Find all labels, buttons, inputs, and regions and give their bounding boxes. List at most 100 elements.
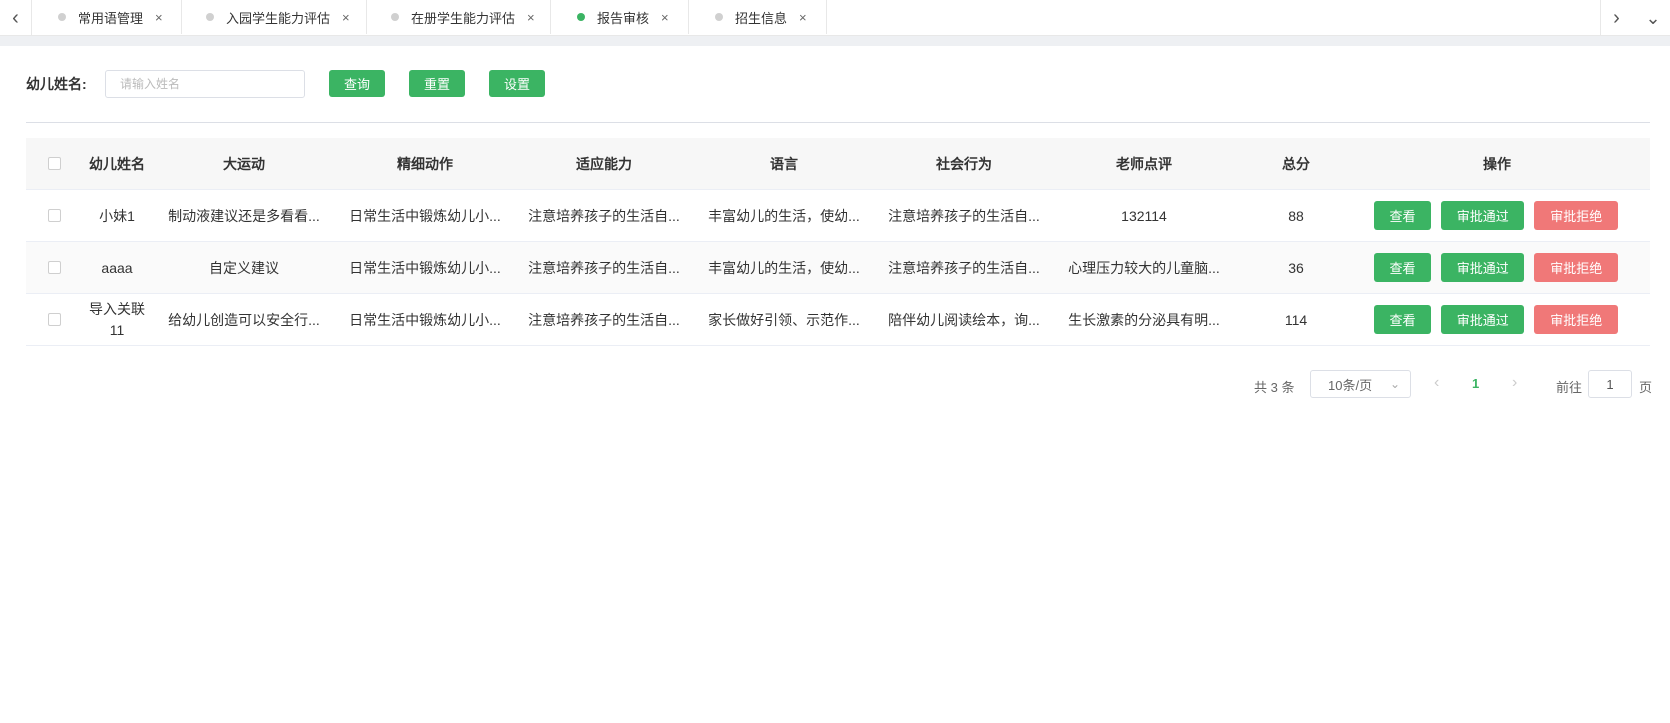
close-icon[interactable]: × [799, 10, 807, 25]
page-size-value: 10条/页 [1328, 377, 1373, 393]
tab-report-review[interactable]: 报告审核 × [551, 0, 689, 34]
filter-divider [26, 122, 1650, 123]
tab-enrolled-assessment[interactable]: 在册学生能力评估 × [367, 0, 551, 34]
row-checkbox[interactable] [47, 261, 61, 274]
view-button[interactable]: 查看 [1373, 201, 1431, 230]
view-button[interactable]: 查看 [1373, 305, 1431, 334]
actions-cell: 查看 审批通过 审批拒绝 [1358, 305, 1630, 334]
fine-motor-cell: 日常生活中锻炼幼儿小... [349, 207, 501, 224]
tab-status-dot-icon [391, 13, 399, 21]
chevron-down-icon: ⌄ [1389, 377, 1400, 391]
reset-button[interactable]: 重置 [409, 70, 465, 97]
language-cell: 家长做好引领、示范作... [708, 311, 860, 328]
row-select-cell [26, 313, 82, 326]
close-icon[interactable]: × [342, 10, 350, 25]
tab-common-phrases[interactable]: 常用语管理 × [32, 0, 182, 34]
teacher-comment-cell: 132114 [1121, 207, 1167, 224]
gross-motor-cell: 制动液建议还是多看看... [168, 207, 320, 224]
total-score-cell: 88 [1288, 207, 1304, 224]
fine-motor-cell: 日常生活中锻炼幼儿小... [349, 311, 501, 328]
social-behavior-cell: 注意培养孩子的生活自... [888, 207, 1040, 224]
column-header: 语言 [770, 155, 798, 172]
table-row: aaaa 自定义建议 日常生活中锻炼幼儿小... 注意培养孩子的生活自... 丰… [26, 242, 1650, 294]
tab-enrollment-info[interactable]: 招生信息 × [689, 0, 827, 34]
column-header: 幼儿姓名 [89, 155, 145, 172]
page-suffix-label: 页 [1639, 380, 1653, 395]
approve-button[interactable]: 审批通过 [1440, 201, 1525, 230]
select-all-cell [26, 157, 82, 170]
approve-button[interactable]: 审批通过 [1440, 253, 1525, 282]
tab-admission-assessment[interactable]: 入园学生能力评估 × [182, 0, 367, 34]
close-icon[interactable]: × [661, 10, 669, 25]
chevron-down-icon[interactable]: ⌄ [1636, 0, 1670, 36]
settings-button[interactable]: 设置 [489, 70, 545, 97]
search-filter-bar: 幼儿姓名: 查询 重置 设置 [0, 46, 1670, 122]
reject-button[interactable]: 审批拒绝 [1534, 305, 1618, 334]
table-header-row: 幼儿姓名 大运动 精细动作 适应能力 语言 社会行为 老师点评 总分 操作 [26, 138, 1650, 190]
reject-button[interactable]: 审批拒绝 [1534, 253, 1618, 282]
row-checkbox[interactable] [47, 209, 61, 222]
tab-label: 常用语管理 [78, 10, 144, 26]
adaptive-cell: 注意培养孩子的生活自... [528, 207, 680, 224]
row-select-cell [26, 261, 82, 274]
row-checkbox[interactable] [47, 313, 61, 326]
tab-bar: ‹ 常用语管理 × 入园学生能力评估 × 在册学生能力评估 × 报告审核 × 招… [0, 0, 1670, 36]
query-button[interactable]: 查询 [329, 70, 385, 97]
column-header: 老师点评 [1116, 155, 1172, 172]
teacher-comment-cell: 心理压力较大的儿童脑... [1068, 259, 1220, 276]
table-row: 导入关联11 给幼儿创造可以安全行... 日常生活中锻炼幼儿小... 注意培养孩… [26, 294, 1650, 346]
total-score-cell: 36 [1288, 259, 1304, 276]
child-name-cell: aaaa [101, 259, 133, 276]
content-separator [0, 36, 1670, 46]
goto-page-input[interactable] [1588, 370, 1632, 398]
total-score-cell: 114 [1284, 311, 1308, 328]
report-review-table: 幼儿姓名 大运动 精细动作 适应能力 语言 社会行为 老师点评 总分 操作 小妹… [26, 138, 1650, 346]
view-button[interactable]: 查看 [1373, 253, 1431, 282]
child-name-label: 幼儿姓名: [26, 76, 87, 92]
actions-cell: 查看 审批通过 审批拒绝 [1358, 201, 1630, 230]
close-icon[interactable]: × [527, 10, 535, 25]
column-header: 操作 [1483, 155, 1511, 172]
language-cell: 丰富幼儿的生活，使幼... [708, 207, 860, 224]
fine-motor-cell: 日常生活中锻炼幼儿小... [349, 259, 501, 276]
tab-status-dot-icon [206, 13, 214, 21]
page-size-select[interactable]: 10条/页 ⌄ [1310, 370, 1411, 398]
gross-motor-cell: 自定义建议 [209, 259, 279, 276]
reject-button[interactable]: 审批拒绝 [1534, 201, 1618, 230]
column-header: 适应能力 [576, 155, 632, 172]
child-name-cell: 导入关联11 [89, 300, 145, 338]
select-all-checkbox[interactable] [47, 157, 61, 170]
tab-label: 入园学生能力评估 [226, 10, 331, 26]
teacher-comment-cell: 生长激素的分泌具有明... [1068, 311, 1220, 328]
tab-scroll-right-icon[interactable]: › [1600, 0, 1632, 36]
social-behavior-cell: 陪伴幼儿阅读绘本，询... [888, 311, 1040, 328]
child-name-cell: 小妹1 [99, 207, 135, 224]
current-page-number[interactable]: 1 [1472, 376, 1479, 391]
child-name-search-input[interactable] [105, 70, 305, 98]
tab-label: 报告审核 [597, 10, 650, 26]
prev-page-icon[interactable]: ‹ [1434, 374, 1439, 392]
table-row: 小妹1 制动液建议还是多看看... 日常生活中锻炼幼儿小... 注意培养孩子的生… [26, 190, 1650, 242]
total-count: 共 3 条 [1254, 380, 1295, 395]
actions-cell: 查看 审批通过 审批拒绝 [1358, 253, 1630, 282]
gross-motor-cell: 给幼儿创造可以安全行... [168, 311, 320, 328]
adaptive-cell: 注意培养孩子的生活自... [528, 259, 680, 276]
column-header: 大运动 [223, 155, 265, 172]
tab-status-dot-icon [577, 13, 585, 21]
tab-scroll-left-icon[interactable]: ‹ [0, 0, 32, 36]
next-page-icon[interactable]: › [1512, 374, 1517, 392]
close-icon[interactable]: × [155, 10, 163, 25]
adaptive-cell: 注意培养孩子的生活自... [528, 311, 680, 328]
tab-label: 招生信息 [735, 10, 788, 26]
social-behavior-cell: 注意培养孩子的生活自... [888, 259, 1040, 276]
column-header: 社会行为 [936, 155, 992, 172]
approve-button[interactable]: 审批通过 [1440, 305, 1525, 334]
row-select-cell [26, 209, 82, 222]
tab-status-dot-icon [715, 13, 723, 21]
goto-label: 前往 [1556, 380, 1583, 395]
pagination: 共 3 条 10条/页 ⌄ ‹ 1 › 前往 页 [0, 370, 1670, 398]
language-cell: 丰富幼儿的生活，使幼... [708, 259, 860, 276]
tab-status-dot-icon [58, 13, 66, 21]
column-header: 精细动作 [397, 155, 453, 172]
column-header: 总分 [1282, 155, 1310, 172]
